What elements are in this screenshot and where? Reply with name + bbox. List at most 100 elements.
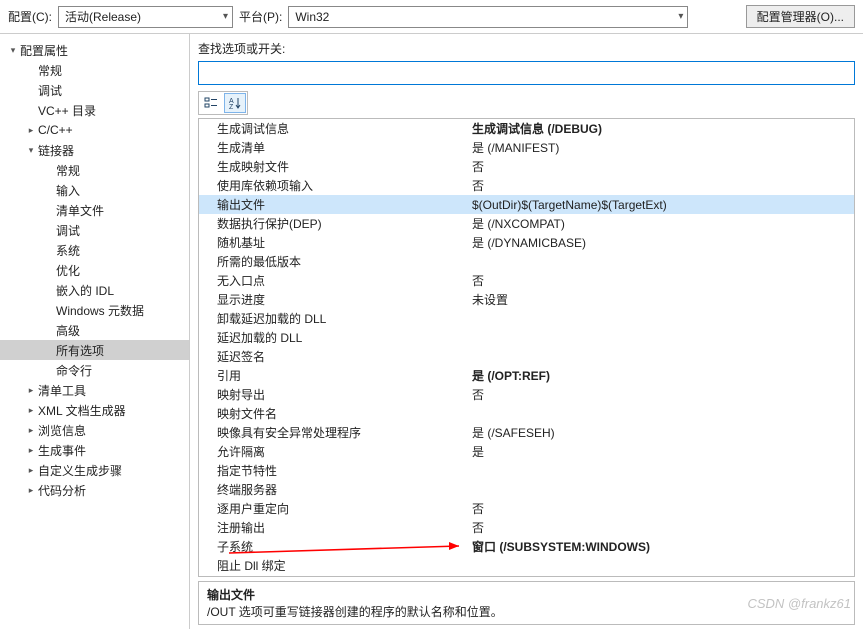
tree-item[interactable]: 常规 bbox=[0, 160, 189, 180]
tree-item[interactable]: 系统 bbox=[0, 240, 189, 260]
property-row[interactable]: 生成清单是 (/MANIFEST) bbox=[199, 138, 854, 157]
property-value[interactable]: 是 (/DYNAMICBASE) bbox=[472, 234, 854, 251]
tree-item[interactable]: ▸清单工具 bbox=[0, 380, 189, 400]
property-row[interactable]: 阻止 Dll 绑定 bbox=[199, 556, 854, 575]
property-row[interactable]: 所需的最低版本 bbox=[199, 252, 854, 271]
tree-item[interactable]: ▸自定义生成步骤 bbox=[0, 460, 189, 480]
property-name: 无入口点 bbox=[217, 272, 472, 289]
tree-item[interactable]: 命令行 bbox=[0, 360, 189, 380]
tree-item[interactable]: ▸代码分析 bbox=[0, 480, 189, 500]
tree-arrow-icon: ▸ bbox=[24, 385, 38, 396]
property-value[interactable]: 否 bbox=[472, 272, 854, 289]
description-panel: 输出文件 /OUT 选项可重写链接器创建的程序的默认名称和位置。 bbox=[198, 581, 855, 625]
tree-arrow-icon: ▾ bbox=[24, 145, 38, 156]
property-row[interactable]: 终端服务器 bbox=[199, 480, 854, 499]
tree-item[interactable]: 调试 bbox=[0, 80, 189, 100]
tree-arrow-icon: ▸ bbox=[24, 125, 38, 136]
tree-item-label: 清单工具 bbox=[38, 382, 86, 399]
tree-item[interactable]: 清单文件 bbox=[0, 200, 189, 220]
tree-item-label: 配置属性 bbox=[20, 42, 68, 59]
tree-item-label: 嵌入的 IDL bbox=[56, 282, 114, 299]
categorize-icon bbox=[204, 96, 218, 110]
property-value[interactable]: 是 (/NXCOMPAT) bbox=[472, 215, 854, 232]
property-row[interactable]: 注册输出否 bbox=[199, 518, 854, 537]
property-name: 映射导出 bbox=[217, 386, 472, 403]
tree-item[interactable]: 调试 bbox=[0, 220, 189, 240]
property-row[interactable]: 无入口点否 bbox=[199, 271, 854, 290]
property-row[interactable]: 生成映射文件否 bbox=[199, 157, 854, 176]
tree-item[interactable]: VC++ 目录 bbox=[0, 100, 189, 120]
property-value[interactable]: 生成调试信息 (/DEBUG) bbox=[472, 120, 854, 137]
alpha-sort-button[interactable]: A Z bbox=[224, 93, 246, 113]
property-row[interactable]: 延迟加载的 DLL bbox=[199, 328, 854, 347]
tree-item[interactable]: 输入 bbox=[0, 180, 189, 200]
property-row[interactable]: 输出文件$(OutDir)$(TargetName)$(TargetExt) bbox=[199, 195, 854, 214]
tree-item-label: 浏览信息 bbox=[38, 422, 86, 439]
tree-item-label: XML 文档生成器 bbox=[38, 402, 126, 419]
property-row[interactable]: 生成调试信息生成调试信息 (/DEBUG) bbox=[199, 119, 854, 138]
property-name: 数据执行保护(DEP) bbox=[217, 215, 472, 232]
property-name: 逐用户重定向 bbox=[217, 500, 472, 517]
tree-item[interactable]: 嵌入的 IDL bbox=[0, 280, 189, 300]
tree-item[interactable]: ▾链接器 bbox=[0, 140, 189, 160]
property-row[interactable]: 映射文件名 bbox=[199, 404, 854, 423]
sort-icon: A Z bbox=[228, 96, 242, 110]
property-name: 允许隔离 bbox=[217, 443, 472, 460]
tree-item[interactable]: 优化 bbox=[0, 260, 189, 280]
property-row[interactable]: 映射导出否 bbox=[199, 385, 854, 404]
property-value[interactable]: 是 (/SAFESEH) bbox=[472, 424, 854, 441]
property-value[interactable]: 是 (/MANIFEST) bbox=[472, 139, 854, 156]
property-value[interactable]: 否 bbox=[472, 519, 854, 536]
property-value[interactable]: 是 (/OPT:REF) bbox=[472, 367, 854, 384]
property-row[interactable]: 随机基址是 (/DYNAMICBASE) bbox=[199, 233, 854, 252]
property-row[interactable]: 显示进度未设置 bbox=[199, 290, 854, 309]
property-name: 注册输出 bbox=[217, 519, 472, 536]
property-name: 延迟加载的 DLL bbox=[217, 329, 472, 346]
property-value[interactable]: 否 bbox=[472, 158, 854, 175]
tree-item-label: 清单文件 bbox=[56, 202, 104, 219]
property-grid[interactable]: 生成调试信息生成调试信息 (/DEBUG)生成清单是 (/MANIFEST)生成… bbox=[198, 118, 855, 577]
config-manager-button[interactable]: 配置管理器(O)... bbox=[746, 5, 855, 28]
svg-text:Z: Z bbox=[229, 104, 234, 110]
tree-item[interactable]: ▸XML 文档生成器 bbox=[0, 400, 189, 420]
tree-item[interactable]: ▸C/C++ bbox=[0, 120, 189, 140]
property-name: 使用库依赖项输入 bbox=[217, 177, 472, 194]
property-row[interactable]: 引用是 (/OPT:REF) bbox=[199, 366, 854, 385]
tree-item[interactable]: 所有选项 bbox=[0, 340, 189, 360]
property-row[interactable]: 卸载延迟加载的 DLL bbox=[199, 309, 854, 328]
tree-item-label: 生成事件 bbox=[38, 442, 86, 459]
property-value[interactable]: 否 bbox=[472, 177, 854, 194]
search-input[interactable] bbox=[198, 61, 855, 85]
tree-item-label: 代码分析 bbox=[38, 482, 86, 499]
tree-item-label: Windows 元数据 bbox=[56, 302, 144, 319]
property-row[interactable]: 逐用户重定向否 bbox=[199, 499, 854, 518]
property-name: 映射文件名 bbox=[217, 405, 472, 422]
categorize-button[interactable] bbox=[200, 93, 222, 113]
platform-combo[interactable]: Win32 ▾ bbox=[288, 6, 688, 28]
property-value[interactable]: $(OutDir)$(TargetName)$(TargetExt) bbox=[472, 198, 854, 212]
sidebar-tree[interactable]: ▾配置属性常规调试VC++ 目录▸C/C++▾链接器常规输入清单文件调试系统优化… bbox=[0, 34, 190, 629]
config-combo[interactable]: 活动(Release) ▾ bbox=[58, 6, 233, 28]
tree-item[interactable]: ▾配置属性 bbox=[0, 40, 189, 60]
tree-item-label: 链接器 bbox=[38, 142, 74, 159]
property-value[interactable]: 未设置 bbox=[472, 291, 854, 308]
property-value[interactable]: 否 bbox=[472, 500, 854, 517]
property-row[interactable]: 数据执行保护(DEP)是 (/NXCOMPAT) bbox=[199, 214, 854, 233]
tree-item[interactable]: 高级 bbox=[0, 320, 189, 340]
property-row[interactable]: 使用库依赖项输入否 bbox=[199, 176, 854, 195]
tree-item-label: 常规 bbox=[56, 162, 80, 179]
property-row[interactable]: 指定节特性 bbox=[199, 461, 854, 480]
tree-item[interactable]: 常规 bbox=[0, 60, 189, 80]
property-value[interactable]: 否 bbox=[472, 386, 854, 403]
tree-arrow-icon: ▸ bbox=[24, 485, 38, 496]
property-row[interactable]: 允许隔离是 bbox=[199, 442, 854, 461]
tree-item[interactable]: ▸生成事件 bbox=[0, 440, 189, 460]
property-name: 所需的最低版本 bbox=[217, 253, 472, 270]
property-value[interactable]: 是 bbox=[472, 443, 854, 460]
property-row[interactable]: 映像具有安全异常处理程序是 (/SAFESEH) bbox=[199, 423, 854, 442]
tree-item[interactable]: Windows 元数据 bbox=[0, 300, 189, 320]
property-row[interactable]: 子系统窗口 (/SUBSYSTEM:WINDOWS) bbox=[199, 537, 854, 556]
property-value[interactable]: 窗口 (/SUBSYSTEM:WINDOWS) bbox=[472, 538, 854, 555]
tree-item[interactable]: ▸浏览信息 bbox=[0, 420, 189, 440]
property-row[interactable]: 延迟签名 bbox=[199, 347, 854, 366]
